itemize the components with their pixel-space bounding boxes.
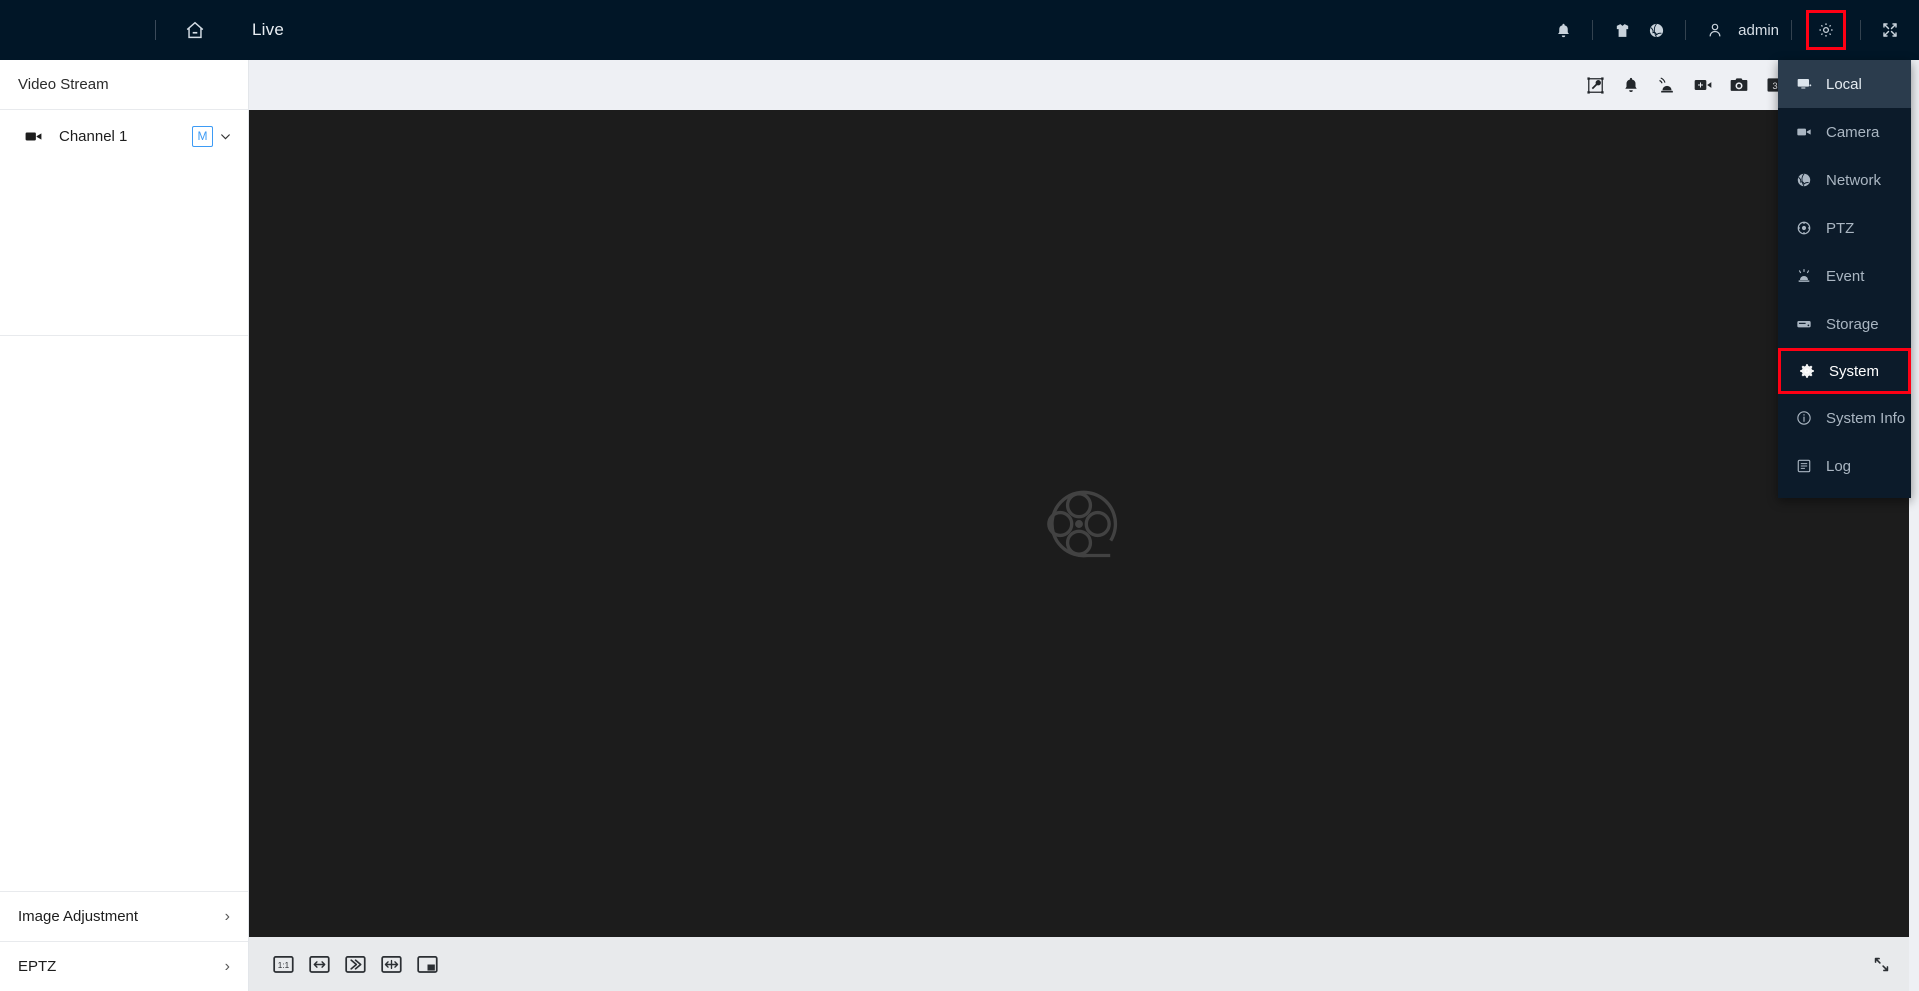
storage-icon xyxy=(1794,316,1814,332)
home-icon xyxy=(184,19,206,41)
fluency-icon xyxy=(344,955,366,974)
menu-item-local[interactable]: Local xyxy=(1778,60,1911,108)
page-title: Live xyxy=(252,20,284,39)
header-divider xyxy=(155,20,156,40)
image-adjustment-label: Image Adjustment xyxy=(18,908,139,925)
menu-item-storage[interactable]: Storage xyxy=(1778,300,1911,348)
video-bottom-toolbar: 1:1 xyxy=(249,937,1909,991)
svg-text:3: 3 xyxy=(1772,81,1777,91)
menu-item-label: System xyxy=(1829,362,1880,380)
sidebar-item-channel-1[interactable]: Channel 1 M xyxy=(0,110,248,162)
user-account-button[interactable] xyxy=(1698,13,1732,47)
chevron-down-icon[interactable] xyxy=(219,130,232,143)
channel-label: Channel 1 xyxy=(59,127,128,145)
globe-icon xyxy=(1648,22,1665,39)
bottom-right-corner-filler xyxy=(1909,937,1919,991)
chevron-right-icon: › xyxy=(224,907,230,925)
menu-item-network[interactable]: Network xyxy=(1778,156,1911,204)
fluency-button[interactable] xyxy=(337,947,373,981)
record-button[interactable] xyxy=(1685,67,1721,103)
monitor-icon xyxy=(1794,76,1814,92)
alert-bell-button[interactable] xyxy=(1613,67,1649,103)
sidebar-item-eptz[interactable]: EPTZ › xyxy=(0,941,248,991)
chevron-right-icon: › xyxy=(224,957,230,975)
snapshot-camera-icon xyxy=(1729,75,1749,95)
menu-item-label: Local xyxy=(1826,75,1862,93)
menu-item-label: Network xyxy=(1826,171,1882,189)
video-top-toolbar: 3 xyxy=(249,60,1919,110)
fullscreen-toggle-button[interactable] xyxy=(1872,955,1891,974)
user-icon xyxy=(1706,21,1724,39)
eptz-label: EPTZ xyxy=(18,958,57,975)
sidebar-item-image-adjustment[interactable]: Image Adjustment › xyxy=(0,891,248,941)
alarm-siren-button[interactable] xyxy=(1649,67,1685,103)
video-camera-icon xyxy=(24,127,43,146)
menu-item-log[interactable]: Log xyxy=(1778,442,1911,490)
fullscreen-expand-icon xyxy=(1881,21,1899,39)
menu-item-label: Storage xyxy=(1826,315,1879,333)
aspect-ratio-1-1-button[interactable]: 1:1 xyxy=(265,947,301,981)
menu-item-ptz[interactable]: PTZ xyxy=(1778,204,1911,252)
shirt-icon xyxy=(1614,22,1631,39)
menu-item-label: Event xyxy=(1826,267,1865,285)
notification-bell-button[interactable] xyxy=(1546,13,1580,47)
header-separator-2 xyxy=(1685,20,1687,40)
alarm-siren-icon xyxy=(1657,75,1677,95)
username-label: admin xyxy=(1738,21,1779,39)
stream-type-badge[interactable]: M xyxy=(192,125,213,147)
settings-dropdown-menu: Local Camera Network PTZ Event Storage S… xyxy=(1778,60,1911,498)
menu-item-label: PTZ xyxy=(1826,219,1855,237)
video-camera-icon xyxy=(1794,124,1814,140)
record-add-icon xyxy=(1693,75,1713,95)
fullscreen-corner-icon xyxy=(1872,955,1891,974)
fit-to-window-button[interactable] xyxy=(301,947,337,981)
alarm-icon xyxy=(1794,268,1814,284)
picture-in-picture-icon xyxy=(416,955,438,974)
info-icon xyxy=(1794,410,1814,426)
header-right-group: admin xyxy=(1546,0,1919,60)
gear-icon xyxy=(1817,21,1835,39)
menu-item-system[interactable]: System xyxy=(1778,348,1911,394)
header-separator-4 xyxy=(1860,20,1861,40)
ptz-icon xyxy=(1794,220,1814,236)
settings-gear-button[interactable] xyxy=(1806,10,1846,50)
aspect-ratio-1-1-icon: 1:1 xyxy=(272,955,294,974)
picture-in-picture-button[interactable] xyxy=(409,947,445,981)
stretch-width-button[interactable] xyxy=(373,947,409,981)
sidebar-divider xyxy=(0,335,248,336)
language-globe-button[interactable] xyxy=(1639,13,1673,47)
bell-icon xyxy=(1555,22,1572,39)
ptz-tool-button[interactable] xyxy=(1577,67,1613,103)
log-icon xyxy=(1794,458,1814,474)
sidebar-bottom-group: Image Adjustment › EPTZ › xyxy=(0,891,248,991)
sidebar-title: Video Stream xyxy=(0,60,248,110)
menu-item-event[interactable]: Event xyxy=(1778,252,1911,300)
bell-alert-icon xyxy=(1622,76,1640,94)
menu-item-label: Camera xyxy=(1826,123,1880,141)
home-button[interactable] xyxy=(178,13,212,47)
film-reel-icon xyxy=(1027,472,1131,576)
stretch-width-icon xyxy=(380,955,402,974)
ptz-tool-icon xyxy=(1586,76,1605,95)
top-header: Live admin xyxy=(0,0,1919,60)
left-sidebar: Video Stream Channel 1 M Image Adjustmen… xyxy=(0,60,249,991)
shirt-button[interactable] xyxy=(1605,13,1639,47)
snapshot-button[interactable] xyxy=(1721,67,1757,103)
gear-icon xyxy=(1797,363,1817,379)
menu-item-camera[interactable]: Camera xyxy=(1778,108,1911,156)
fullscreen-button[interactable] xyxy=(1873,13,1907,47)
svg-text:1:1: 1:1 xyxy=(277,960,289,969)
header-separator-1 xyxy=(1592,20,1594,40)
header-separator-3 xyxy=(1791,20,1792,40)
fit-to-window-icon xyxy=(308,955,330,974)
menu-item-label: Log xyxy=(1826,457,1852,475)
menu-item-system-info[interactable]: System Info xyxy=(1778,394,1911,442)
menu-item-label: System Info xyxy=(1826,409,1906,427)
header-left-group: Live xyxy=(0,0,284,60)
globe-icon xyxy=(1794,172,1814,188)
video-viewport[interactable] xyxy=(249,110,1909,937)
